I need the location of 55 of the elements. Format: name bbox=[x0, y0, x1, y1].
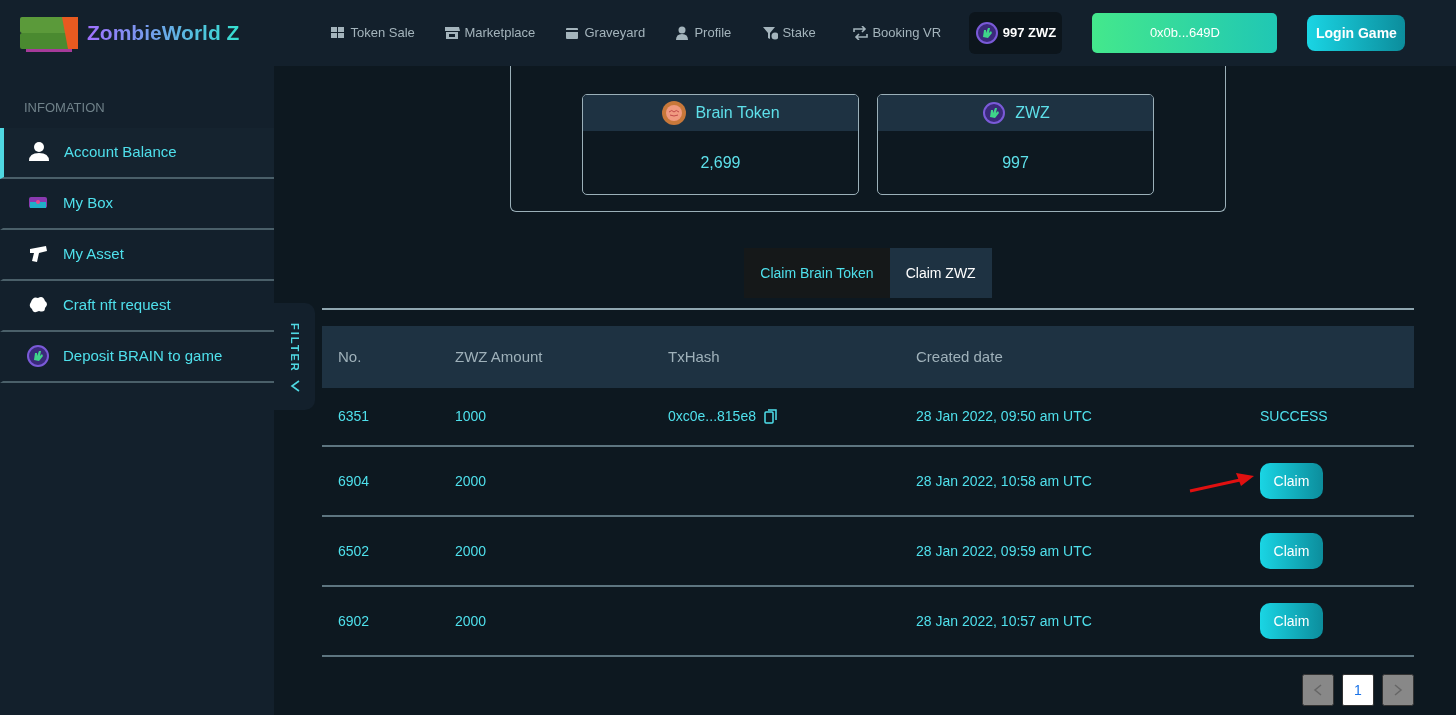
tx-hash: 0xc0e...815e8 bbox=[668, 407, 756, 426]
user-icon bbox=[675, 26, 691, 40]
table-cell: 28 Jan 2022, 10:57 am UTC bbox=[916, 612, 1092, 629]
token-name: ZWZ bbox=[1015, 103, 1050, 123]
token-name: Brain Token bbox=[695, 103, 780, 123]
chevron-right-icon bbox=[1382, 674, 1414, 706]
nav-link[interactable]: Booking VR bbox=[853, 23, 970, 43]
filter-icon bbox=[763, 26, 779, 40]
column-header: No. bbox=[338, 347, 362, 365]
sidebar-heading: INFOMATION bbox=[23, 99, 106, 117]
table-cell: 6904 bbox=[338, 472, 370, 489]
column-header: Created date bbox=[916, 347, 1003, 365]
status-text: SUCCESS bbox=[1260, 408, 1328, 424]
nav-link[interactable]: Profile bbox=[675, 23, 764, 43]
hand-icon bbox=[27, 345, 49, 367]
column-header: ZWZ Amount bbox=[455, 347, 543, 365]
box-icon bbox=[565, 26, 581, 40]
sidebar-item[interactable]: Account Balance bbox=[0, 127, 274, 179]
table-cell: 1000 bbox=[455, 408, 487, 424]
nav-link[interactable]: Token Sale bbox=[331, 23, 446, 43]
page-button[interactable]: 1 bbox=[1342, 674, 1374, 706]
table-cell: 2000 bbox=[455, 542, 487, 559]
column-header: TxHash bbox=[668, 347, 720, 365]
hand-icon bbox=[975, 22, 998, 44]
token-balance: 2,699 bbox=[700, 153, 741, 173]
copy-icon bbox=[763, 409, 777, 424]
table-cell: 28 Jan 2022, 09:59 am UTC bbox=[916, 542, 1092, 559]
brain-icon bbox=[661, 100, 688, 126]
sidebar-item[interactable]: My Box bbox=[0, 178, 274, 230]
grid-icon bbox=[331, 26, 347, 40]
chevron-left-icon bbox=[1302, 674, 1334, 706]
table-cell: 28 Jan 2022, 09:50 am UTC bbox=[916, 408, 1092, 424]
pistol-icon bbox=[27, 243, 49, 265]
filter-label: FILTER bbox=[287, 323, 302, 373]
filter-tab[interactable]: FILTER bbox=[274, 303, 315, 410]
nav-link[interactable]: Graveyard bbox=[565, 23, 676, 43]
token-balance: 997 bbox=[1002, 153, 1029, 173]
sidebar-item[interactable]: Craft nft request bbox=[0, 280, 274, 332]
table-cell: 2000 bbox=[455, 612, 487, 629]
user-icon bbox=[28, 141, 50, 163]
repeat-icon bbox=[853, 26, 869, 40]
table-cell: 2000 bbox=[455, 472, 487, 489]
table-cell: 28 Jan 2022, 10:58 am UTC bbox=[916, 472, 1092, 489]
sidebar-item[interactable]: My Asset bbox=[0, 229, 274, 281]
hand-icon bbox=[981, 100, 1008, 126]
table-cell: 6902 bbox=[338, 612, 370, 629]
claim-tab[interactable]: Claim Brain Token bbox=[744, 248, 890, 298]
balance-text: 997 ZWZ bbox=[1002, 24, 1057, 43]
nav-link[interactable]: Stake bbox=[763, 23, 854, 43]
store-icon bbox=[445, 26, 461, 40]
nav-link[interactable]: Marketplace bbox=[445, 23, 566, 43]
claim-tab[interactable]: Claim ZWZ bbox=[889, 248, 992, 298]
table-cell: 6502 bbox=[338, 542, 370, 559]
table-cell: 6351 bbox=[338, 408, 370, 424]
chevron-icon bbox=[288, 378, 301, 393]
